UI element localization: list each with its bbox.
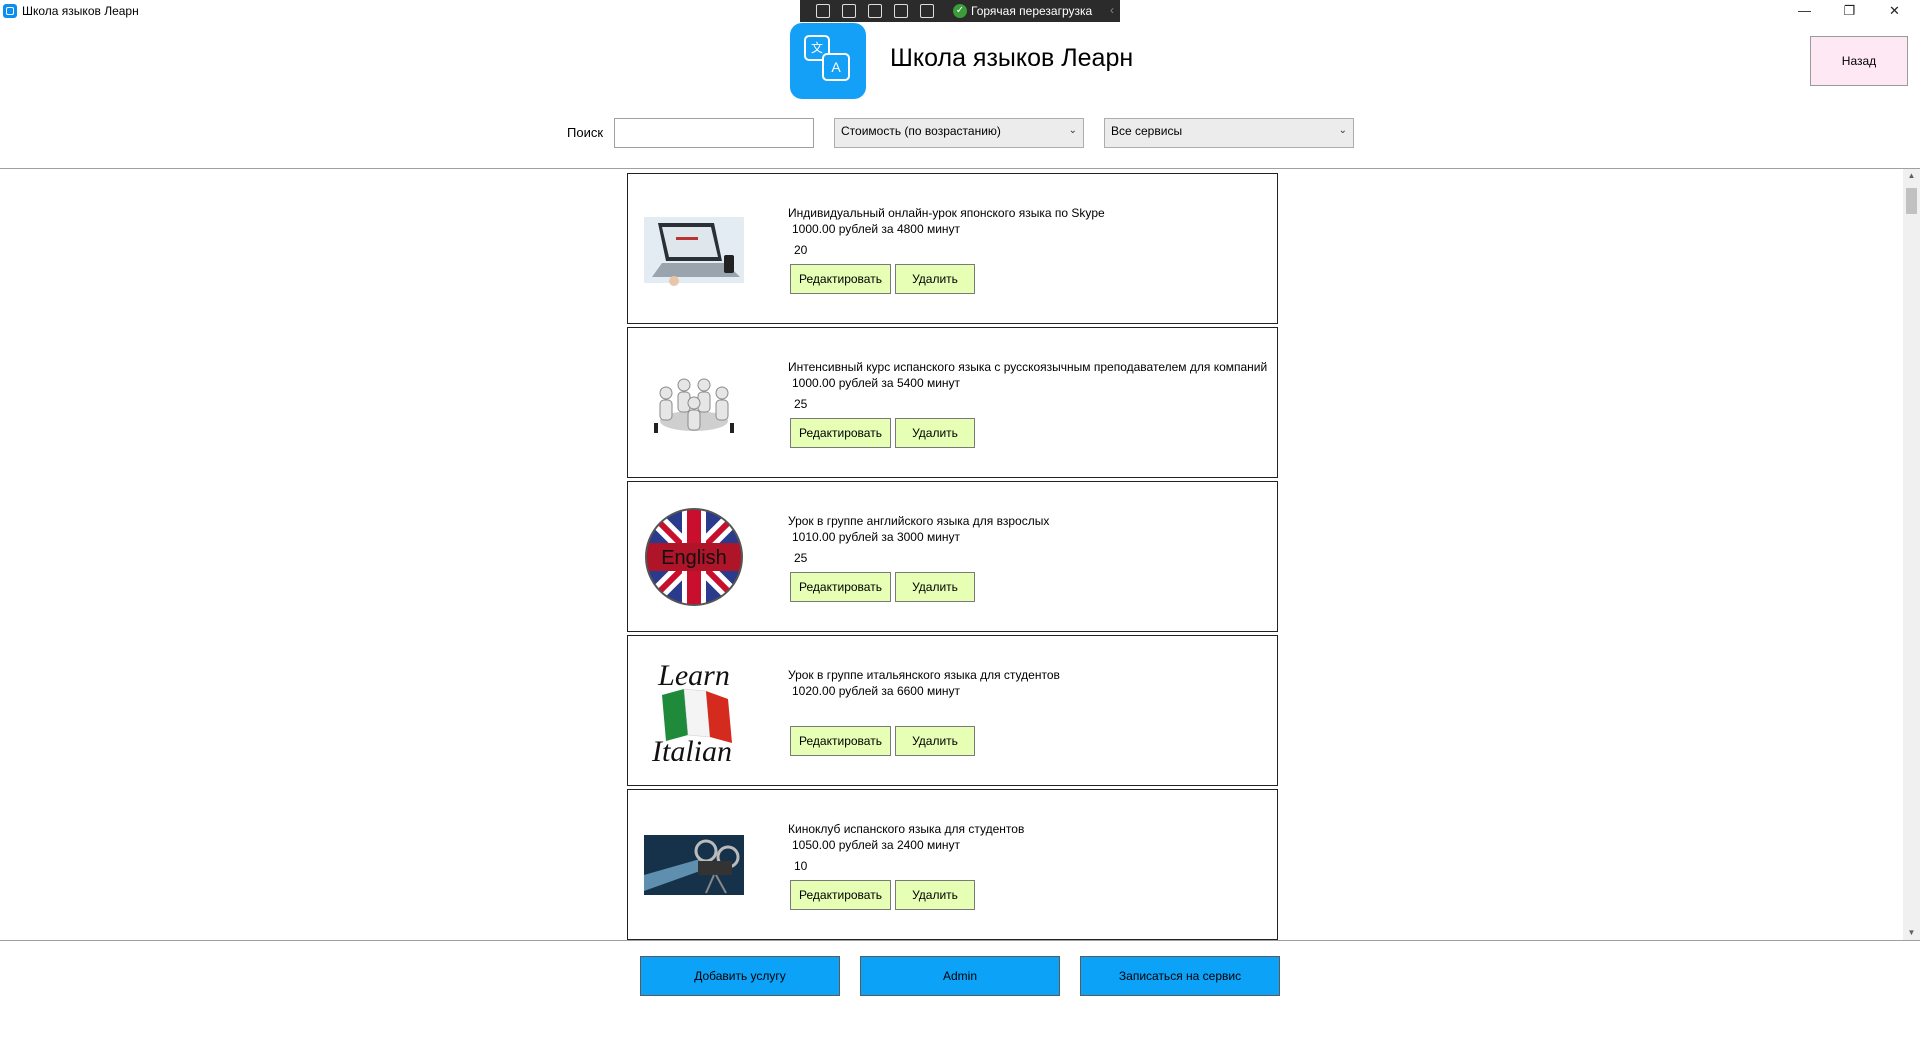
edit-button[interactable]: Редактировать	[790, 572, 891, 602]
service-title: Урок в группе английского языка для взро…	[788, 514, 1050, 528]
service-discount: 20	[794, 243, 808, 257]
app-logo: 文 A	[790, 23, 866, 99]
service-discount: 10	[794, 859, 808, 873]
chevron-down-icon: ⌄	[1068, 125, 1077, 136]
category-select-value: Все сервисы	[1111, 124, 1183, 138]
search-input[interactable]	[614, 118, 814, 148]
search-label: Поиск	[567, 125, 604, 140]
track-focus-icon[interactable]	[894, 4, 908, 18]
hot-reload-status-icon: ✓	[953, 4, 967, 18]
service-discount: 25	[794, 551, 808, 565]
service-card[interactable]: Индивидуальный онлайн-урок японского язы…	[627, 173, 1278, 324]
close-button[interactable]: ✕	[1872, 0, 1917, 22]
service-card[interactable]: Интенсивный курс испанского языка с русс…	[627, 327, 1278, 478]
edit-button[interactable]: Редактировать	[790, 880, 891, 910]
service-price: 1020.00 рублей за 6600 минут	[792, 684, 961, 698]
service-price: 1000.00 рублей за 5400 минут	[792, 376, 961, 390]
service-price: 1000.00 рублей за 4800 минут	[792, 222, 961, 236]
book-service-button[interactable]: Записаться на сервис	[1080, 956, 1280, 996]
service-price: 1050.00 рублей за 2400 минут	[792, 838, 961, 852]
service-card[interactable]: English Урок в группе английского языка …	[627, 481, 1278, 632]
scrollbar-thumb[interactable]	[1906, 188, 1917, 214]
category-select[interactable]: Все сервисы ⌄	[1104, 118, 1354, 148]
service-title: Интенсивный курс испанского языка с русс…	[788, 360, 1268, 374]
chevron-down-icon: ⌄	[1338, 125, 1347, 136]
vertical-scrollbar[interactable]: ▲ ▼	[1903, 169, 1920, 940]
sort-select[interactable]: Стоимость (по возрастанию) ⌄	[834, 118, 1084, 148]
delete-button[interactable]: Удалить	[895, 418, 975, 448]
english-flag-badge-image: English	[644, 507, 744, 607]
service-list[interactable]: Индивидуальный онлайн-урок японского язы…	[0, 168, 1920, 941]
delete-button[interactable]: Удалить	[895, 572, 975, 602]
service-title: Киноклуб испанского языка для студентов	[788, 822, 1025, 836]
maximize-button[interactable]: ❐	[1827, 0, 1872, 22]
binding-failures-icon[interactable]	[920, 4, 934, 18]
service-title: Урок в группе итальянского языка для сту…	[788, 668, 1060, 682]
film-projector-image	[644, 815, 744, 915]
back-button[interactable]: Назад	[1810, 36, 1908, 86]
live-tree-icon[interactable]	[816, 4, 830, 18]
translate-icon-latin: A	[822, 53, 850, 81]
collapse-toolbar-icon[interactable]: ‹	[1110, 3, 1114, 17]
italian-text: Italian	[651, 735, 732, 761]
select-element-icon[interactable]	[842, 4, 856, 18]
hot-reload-label[interactable]: Горячая перезагрузка	[971, 4, 1092, 18]
sort-select-value: Стоимость (по возрастанию)	[841, 124, 1001, 138]
edit-button[interactable]: Редактировать	[790, 418, 891, 448]
window-title: Школа языков Леарн	[22, 4, 139, 18]
delete-button[interactable]: Удалить	[895, 880, 975, 910]
layout-adorner-icon[interactable]	[868, 4, 882, 18]
service-card[interactable]: Learn Italian Урок в группе итальянского…	[627, 635, 1278, 786]
english-badge-text: English	[661, 547, 727, 569]
edit-button[interactable]: Редактировать	[790, 726, 891, 756]
learn-text: Learn	[657, 661, 730, 692]
service-price: 1010.00 рублей за 3000 минут	[792, 530, 961, 544]
laptop-photo-image	[644, 199, 744, 299]
app-icon	[3, 4, 17, 18]
delete-button[interactable]: Удалить	[895, 264, 975, 294]
minimize-button[interactable]: —	[1782, 0, 1827, 22]
service-title: Индивидуальный онлайн-урок японского язы…	[788, 206, 1105, 220]
delete-button[interactable]: Удалить	[895, 726, 975, 756]
scroll-down-icon[interactable]: ▼	[1903, 926, 1920, 940]
learn-italian-image: Learn Italian	[644, 661, 744, 761]
page-title: Школа языков Леарн	[890, 44, 1134, 72]
admin-button[interactable]: Admin	[860, 956, 1060, 996]
service-discount: 25	[794, 397, 808, 411]
people-meeting-image	[644, 353, 744, 453]
debug-toolbar: ✓ Горячая перезагрузка ‹	[800, 0, 1120, 22]
scroll-up-icon[interactable]: ▲	[1903, 169, 1920, 183]
edit-button[interactable]: Редактировать	[790, 264, 891, 294]
add-service-button[interactable]: Добавить услугу	[640, 956, 840, 996]
service-card[interactable]: Киноклуб испанского языка для студентов …	[627, 789, 1278, 940]
